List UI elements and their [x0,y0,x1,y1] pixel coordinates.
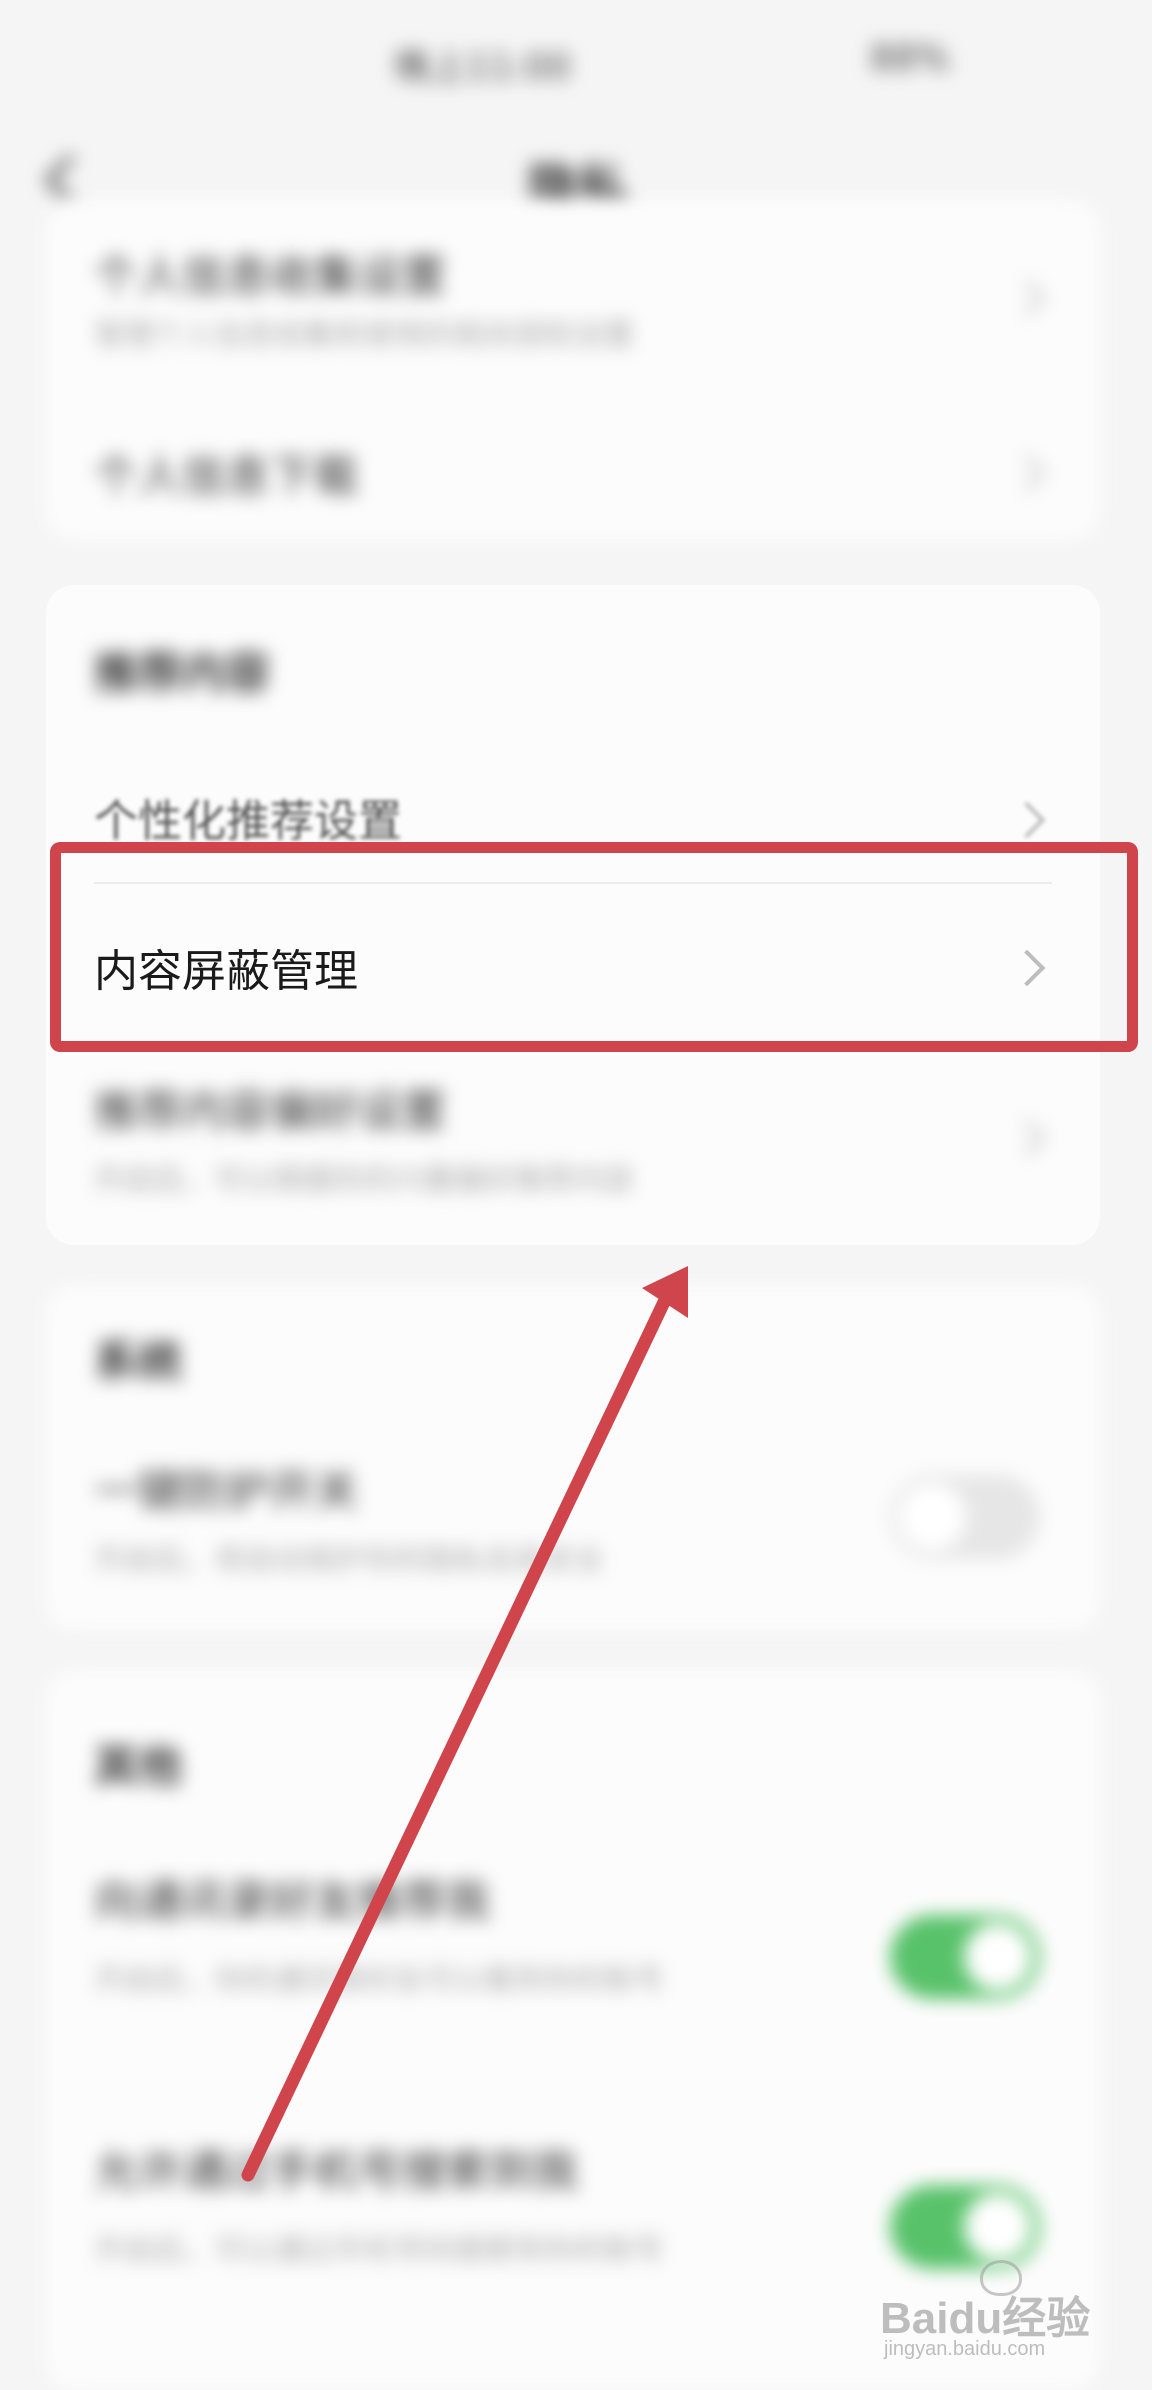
arrow-shaft [241,1293,672,2182]
watermark-url: jingyan.baidu.com [884,2338,1046,2360]
watermark-brand: Baidu经验 [880,2294,1091,2343]
watermark: Baidu经验 jingyan.baidu.com [880,2260,1140,2360]
arrow-annotation [241,1266,688,2182]
